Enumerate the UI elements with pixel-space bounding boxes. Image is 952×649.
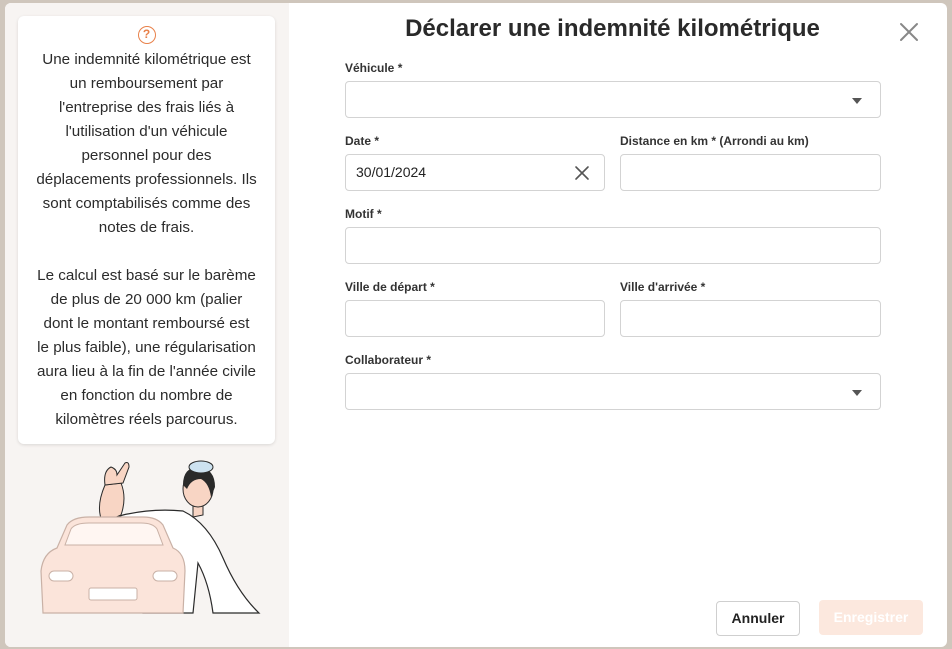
date-field[interactable]: 30/01/2024 [345, 154, 605, 191]
cancel-button[interactable]: Annuler [716, 601, 800, 636]
save-button[interactable]: Enregistrer [819, 600, 923, 635]
close-icon[interactable] [897, 20, 921, 44]
departure-city-field[interactable] [345, 300, 605, 337]
motif-field[interactable] [345, 227, 881, 264]
distance-label: Distance en km * (Arrondi au km) [620, 134, 809, 148]
date-label: Date * [345, 134, 380, 148]
question-circle-icon: ? [137, 26, 156, 44]
form-area: Déclarer une indemnité kilométrique Véhi… [289, 3, 947, 647]
distance-field[interactable] [620, 154, 881, 191]
collaborator-select[interactable] [345, 373, 881, 410]
clear-icon[interactable] [574, 165, 590, 181]
info-card: ? Une indemnité kilométrique est un remb… [18, 16, 275, 444]
motif-label: Motif * [345, 207, 382, 221]
info-paragraph-1: Une indemnité kilométrique est un rembou… [36, 51, 257, 236]
collaborator-label: Collaborateur * [345, 353, 432, 367]
chevron-down-icon [852, 98, 862, 104]
chevron-down-icon [852, 390, 862, 396]
info-panel: ? Une indemnité kilométrique est un remb… [5, 3, 289, 647]
departure-label: Ville de départ * [345, 280, 435, 294]
vehicle-label: Véhicule * [345, 61, 403, 75]
date-value: 30/01/2024 [356, 164, 427, 180]
vehicle-select[interactable] [345, 81, 881, 118]
person-car-illustration [40, 460, 261, 614]
dialog-title: Déclarer une indemnité kilométrique [405, 15, 820, 42]
arrival-city-field[interactable] [620, 300, 881, 337]
arrival-label: Ville d'arrivée * [620, 280, 706, 294]
mileage-allowance-dialog: ? Une indemnité kilométrique est un remb… [5, 3, 947, 647]
info-paragraph-2: Le calcul est basé sur le barème de plus… [36, 267, 257, 428]
